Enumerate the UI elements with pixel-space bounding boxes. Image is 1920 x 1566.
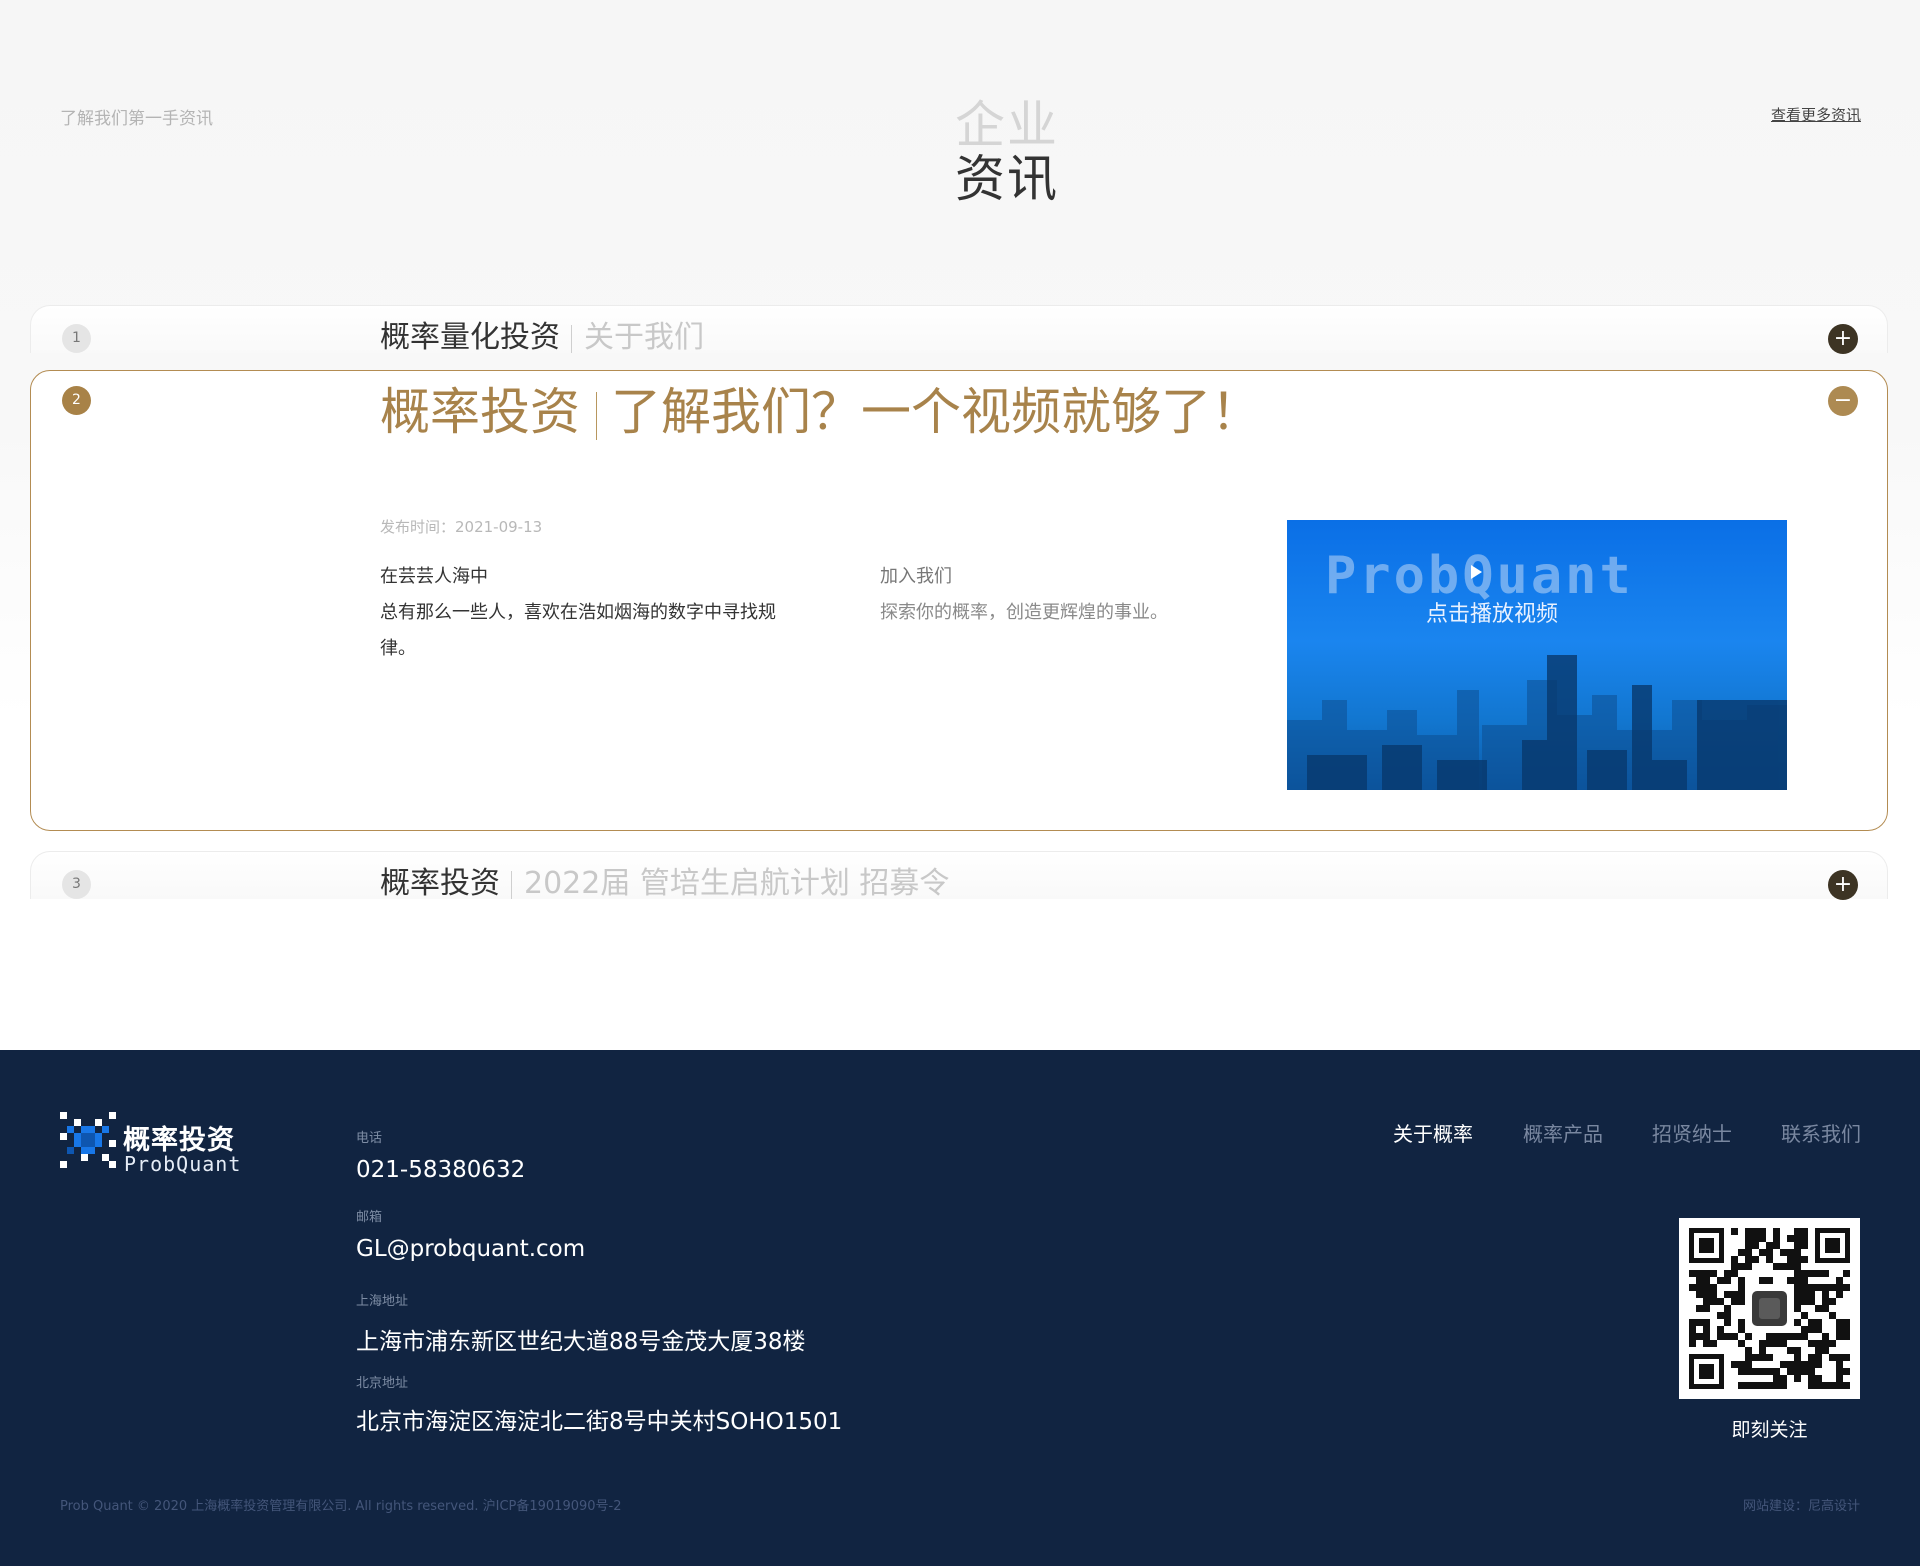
article-intro: 在芸芸人海中 总有那么一些人，喜欢在浩如烟海的数字中寻找规律。 (380, 559, 800, 667)
video-thumbnail[interactable]: ProbQuant 点击播放视频 (1287, 520, 1787, 790)
shanghai-address-label: 上海地址 (356, 1294, 409, 1309)
expand-plus-icon[interactable]: + (1828, 324, 1858, 354)
accordion-item-1[interactable]: 1 概率量化投资 关于我们 + (30, 305, 1888, 355)
title-divider (511, 870, 512, 899)
item-number: 2 (62, 386, 91, 415)
title-divider (571, 324, 572, 353)
copyright-text: Prob Quant © 2020 上海概率投资管理有限公司. All righ… (60, 1499, 622, 1514)
expand-plus-icon[interactable]: + (1828, 870, 1858, 900)
item-title-main: 概率投资 (380, 383, 580, 441)
phone-label: 电话 (356, 1131, 383, 1146)
more-news-link[interactable]: 查看更多资讯 (1771, 104, 1861, 125)
wechat-qr-code (1679, 1218, 1860, 1399)
collapse-minus-icon[interactable]: − (1828, 386, 1858, 416)
email-value[interactable]: GL@probquant.com (356, 1236, 585, 1262)
qr-code-icon (1689, 1228, 1850, 1389)
section-title-top: 企业 (955, 96, 1059, 154)
footer-nav-contact[interactable]: 联系我们 (1781, 1118, 1861, 1147)
item-title-sub: 2022届 管培生启航计划 招募令 (524, 866, 950, 901)
article-intro-line-1: 在芸芸人海中 (380, 566, 488, 587)
item-number: 1 (62, 324, 91, 353)
footer-nav-products[interactable]: 概率产品 (1523, 1118, 1603, 1147)
play-icon[interactable] (1471, 565, 1482, 579)
section-intro: 了解我们第一手资讯 (60, 109, 213, 129)
probquant-logo-icon[interactable] (60, 1112, 116, 1168)
phone-value: 021-58380632 (356, 1157, 526, 1183)
item-title-sub: 了解我们？一个视频就够了！ (611, 383, 1261, 441)
join-us-text: 探索你的概率，创造更辉煌的事业。 (880, 602, 1168, 623)
city-skyline-image (1287, 655, 1787, 790)
accordion-item-3[interactable]: 3 概率投资 2022届 管培生启航计划 招募令 + (30, 851, 1888, 901)
item-title[interactable]: 概率量化投资 关于我们 (380, 318, 704, 358)
beijing-address: 北京市海淀区海淀北二街8号中关村SOHO1501 (356, 1409, 843, 1435)
news-section: 了解我们第一手资讯 企业 资讯 查看更多资讯 1 概率量化投资 关于我们 + 2 … (0, 0, 1920, 1050)
item-title[interactable]: 概率投资 2022届 管培生启航计划 招募令 (380, 864, 949, 904)
item-title-sub: 关于我们 (584, 320, 704, 355)
item-title-main: 概率量化投资 (380, 320, 560, 355)
join-us-block: 加入我们 探索你的概率，创造更辉煌的事业。 (880, 559, 1240, 631)
beijing-address-label: 北京地址 (356, 1376, 409, 1391)
article-intro-line-2: 总有那么一些人，喜欢在浩如烟海的数字中寻找规律。 (380, 602, 776, 659)
accordion-item-2[interactable]: 2 概率投资 了解我们？一个视频就够了！ − 发布时间：2021-09-13 在芸… (30, 370, 1888, 831)
play-video-label: 点击播放视频 (1425, 602, 1558, 627)
item-title[interactable]: 概率投资 了解我们？一个视频就够了！ (380, 381, 1261, 443)
item-title-main: 概率投资 (380, 866, 500, 901)
join-us-heading: 加入我们 (880, 566, 952, 587)
email-label: 邮箱 (356, 1210, 383, 1225)
site-footer: 概率投资 ProbQuant 电话 021-58380632 邮箱 GL@pro… (0, 1050, 1920, 1566)
publish-date: 发布时间：2021-09-13 (380, 518, 543, 536)
item-number: 3 (62, 870, 91, 899)
footer-nav-about[interactable]: 关于概率 (1393, 1118, 1473, 1147)
title-divider (596, 391, 597, 440)
footer-nav-careers[interactable]: 招贤纳士 (1652, 1118, 1732, 1147)
section-title-bottom: 资讯 (955, 150, 1059, 208)
site-credit-link[interactable]: 网站建设：尼高设计 (1743, 1495, 1860, 1514)
shanghai-address: 上海市浦东新区世纪大道88号金茂大厦38楼 (356, 1329, 806, 1355)
logo-text-en: ProbQuant (124, 1152, 242, 1176)
qr-follow-label: 即刻关注 (1731, 1419, 1808, 1441)
